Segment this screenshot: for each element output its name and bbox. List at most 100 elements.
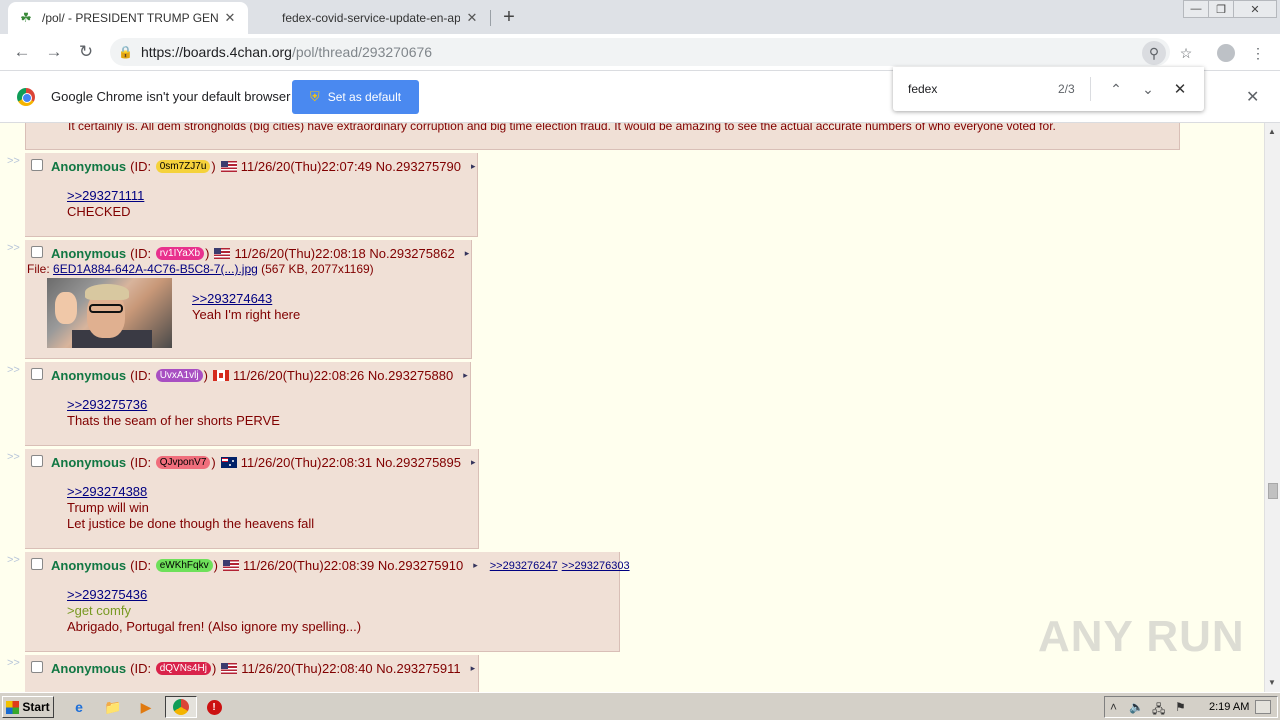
post-checkbox[interactable] — [31, 661, 43, 673]
tab-title: fedex-covid-service-update-en-apac — [282, 11, 460, 25]
post-datetime: 11/26/20(Thu)22:08:39 — [242, 558, 375, 573]
post-arrows: >> — [7, 657, 20, 669]
find-close-button[interactable]: ✕ — [1170, 79, 1190, 99]
us-flag-icon — [222, 560, 239, 571]
scrollbar-thumb[interactable] — [1268, 483, 1278, 499]
post-header: Anonymous (ID: QJvponV7 ) 11/26/20(Thu)2… — [51, 455, 476, 470]
tab-separator — [490, 10, 491, 26]
internet-explorer-icon[interactable]: e — [70, 698, 88, 716]
post-checkbox[interactable] — [31, 246, 43, 258]
poster-id-badge[interactable]: QJvponV7 — [155, 456, 211, 469]
security-alert-icon[interactable]: ! — [205, 698, 223, 716]
set-as-default-button[interactable]: ⛨ Set as default — [292, 80, 419, 114]
find-input[interactable]: fedex — [908, 82, 937, 96]
scroll-down-arrow-icon[interactable]: ▼ — [1268, 678, 1276, 687]
post-menu-icon[interactable]: ▸ — [471, 663, 476, 674]
url-host: https://boards.4chan.org — [140, 44, 292, 60]
post-datetime: 11/26/20(Thu)22:08:26 — [232, 368, 365, 383]
post-number[interactable]: No.293275895 — [376, 455, 461, 470]
find-separator — [1090, 77, 1091, 101]
poster-id-badge[interactable]: rv1IYaXb — [155, 247, 205, 260]
post-menu-icon[interactable]: ▸ — [471, 161, 476, 172]
file-prefix: File: — [27, 262, 50, 276]
poster-name: Anonymous — [51, 455, 127, 470]
find-previous-button[interactable]: ⌃ — [1106, 79, 1126, 99]
post-number[interactable]: No.293275880 — [368, 368, 453, 383]
address-bar[interactable]: 🔒 https://boards.4chan.org /pol/thread/2… — [110, 38, 1170, 66]
poster-id-badge[interactable]: eWKhFqkv — [155, 559, 213, 572]
post-datetime: 11/26/20(Thu)22:08:18 — [234, 246, 366, 261]
close-tab-icon[interactable]: ✕ — [464, 10, 480, 26]
show-desktop-button[interactable] — [1255, 700, 1271, 714]
poster-name: Anonymous — [51, 368, 127, 383]
profile-avatar-icon[interactable] — [1214, 41, 1238, 65]
close-window-button[interactable]: ✕ — [1233, 0, 1277, 18]
find-match-count: 2/3 — [1058, 82, 1075, 96]
restore-button[interactable]: ❐ — [1208, 0, 1234, 18]
find-next-button[interactable]: ⌄ — [1138, 79, 1158, 99]
post-header: Anonymous (ID: rv1IYaXb ) 11/26/20(Thu)2… — [51, 246, 469, 261]
file-name-link[interactable]: 6ED1A884-642A-4C76-B5C8-7(...).jpg — [53, 262, 258, 276]
post-menu-icon[interactable]: ▸ — [473, 560, 478, 571]
quote-link[interactable]: >>293271111 — [67, 188, 144, 203]
page-scrollbar[interactable]: ▲ ▼ — [1264, 123, 1280, 692]
folder-icon[interactable]: 📁 — [104, 698, 122, 716]
quote-link[interactable]: >>293274643 — [192, 291, 272, 306]
poster-id-badge[interactable]: dQVNs4Hj — [155, 662, 211, 675]
url-path: /pol/thread/293270676 — [291, 44, 433, 60]
reply-post: Anonymous (ID: dQVNs4Hj ) 11/26/20(Thu)2… — [25, 655, 479, 692]
post-header: Anonymous (ID: eWKhFqkv ) 11/26/20(Thu)2… — [51, 558, 630, 573]
post-number[interactable]: No.293275862 — [369, 246, 454, 261]
tray-expand-icon[interactable]: ˄ — [1110, 700, 1117, 714]
us-flag-icon — [221, 663, 238, 674]
post-number[interactable]: No.293275911 — [376, 661, 460, 676]
close-tab-icon[interactable]: ✕ — [222, 10, 238, 26]
post-body: >>293274643 Yeah I'm right here — [192, 291, 300, 323]
minimize-button[interactable]: — — [1183, 0, 1209, 18]
post-checkbox[interactable] — [31, 558, 43, 570]
chrome-taskbar-button[interactable] — [165, 696, 197, 718]
network-icon[interactable]: 🖧 — [1152, 700, 1165, 720]
quote-link[interactable]: >>293275436 — [67, 587, 147, 602]
volume-icon[interactable]: 🔈 — [1129, 700, 1144, 714]
poster-name: Anonymous — [51, 159, 127, 174]
id-close: ) — [205, 246, 210, 261]
action-center-flag-icon[interactable]: ⚑ — [1175, 700, 1186, 714]
post-header: Anonymous (ID: 0sm7ZJ7u ) 11/26/20(Thu)2… — [51, 159, 476, 174]
post-arrows: >> — [7, 364, 20, 376]
post-checkbox[interactable] — [31, 455, 43, 467]
post-number[interactable]: No.293275790 — [376, 159, 461, 174]
post-menu-icon[interactable]: ▸ — [471, 457, 476, 468]
quote-link[interactable]: >>293274388 — [67, 484, 147, 499]
backlink[interactable]: >>293276303 — [562, 560, 630, 572]
tab-title: /pol/ - PRESIDENT TRUMP GENERAL — [42, 11, 218, 25]
reload-button[interactable]: ↻ — [74, 40, 98, 64]
bookmark-star-icon[interactable]: ☆ — [1174, 41, 1198, 65]
new-tab-button[interactable]: + — [498, 6, 520, 28]
post-menu-icon[interactable]: ▸ — [463, 370, 468, 381]
poster-id-badge[interactable]: UvxA1vlj — [155, 369, 203, 382]
forward-button[interactable]: → — [42, 40, 66, 64]
backlink[interactable]: >>293276247 — [490, 560, 558, 572]
find-in-page-icon[interactable]: ⚲ — [1142, 41, 1166, 65]
start-button[interactable]: Start — [2, 696, 54, 718]
menu-icon[interactable]: ⋮ — [1246, 41, 1270, 65]
close-infobar-icon[interactable]: ✕ — [1246, 87, 1259, 107]
tab-pol-thread[interactable]: ☘ /pol/ - PRESIDENT TRUMP GENERAL ✕ — [8, 2, 248, 34]
tab-fedex[interactable]: fedex-covid-service-update-en-apac ✕ — [250, 2, 490, 34]
find-bar: fedex 2/3 ⌃ ⌄ ✕ — [893, 67, 1204, 111]
post-number[interactable]: No.293275910 — [378, 558, 463, 573]
chrome-logo-icon — [17, 88, 35, 106]
post-menu-icon[interactable]: ▸ — [465, 248, 470, 259]
media-player-icon[interactable]: ▶ — [137, 698, 155, 716]
poster-id-badge[interactable]: 0sm7ZJ7u — [155, 160, 211, 173]
post-checkbox[interactable] — [31, 159, 43, 171]
quote-link[interactable]: >>293275736 — [67, 397, 147, 412]
back-button[interactable]: ← — [10, 40, 34, 64]
post-datetime: 11/26/20(Thu)22:08:40 — [241, 661, 373, 676]
scroll-up-arrow-icon[interactable]: ▲ — [1268, 127, 1276, 136]
post-thumbnail-image[interactable] — [47, 278, 172, 348]
thumb-glasses — [89, 304, 123, 313]
thumb-hand — [55, 292, 77, 324]
post-checkbox[interactable] — [31, 368, 43, 380]
